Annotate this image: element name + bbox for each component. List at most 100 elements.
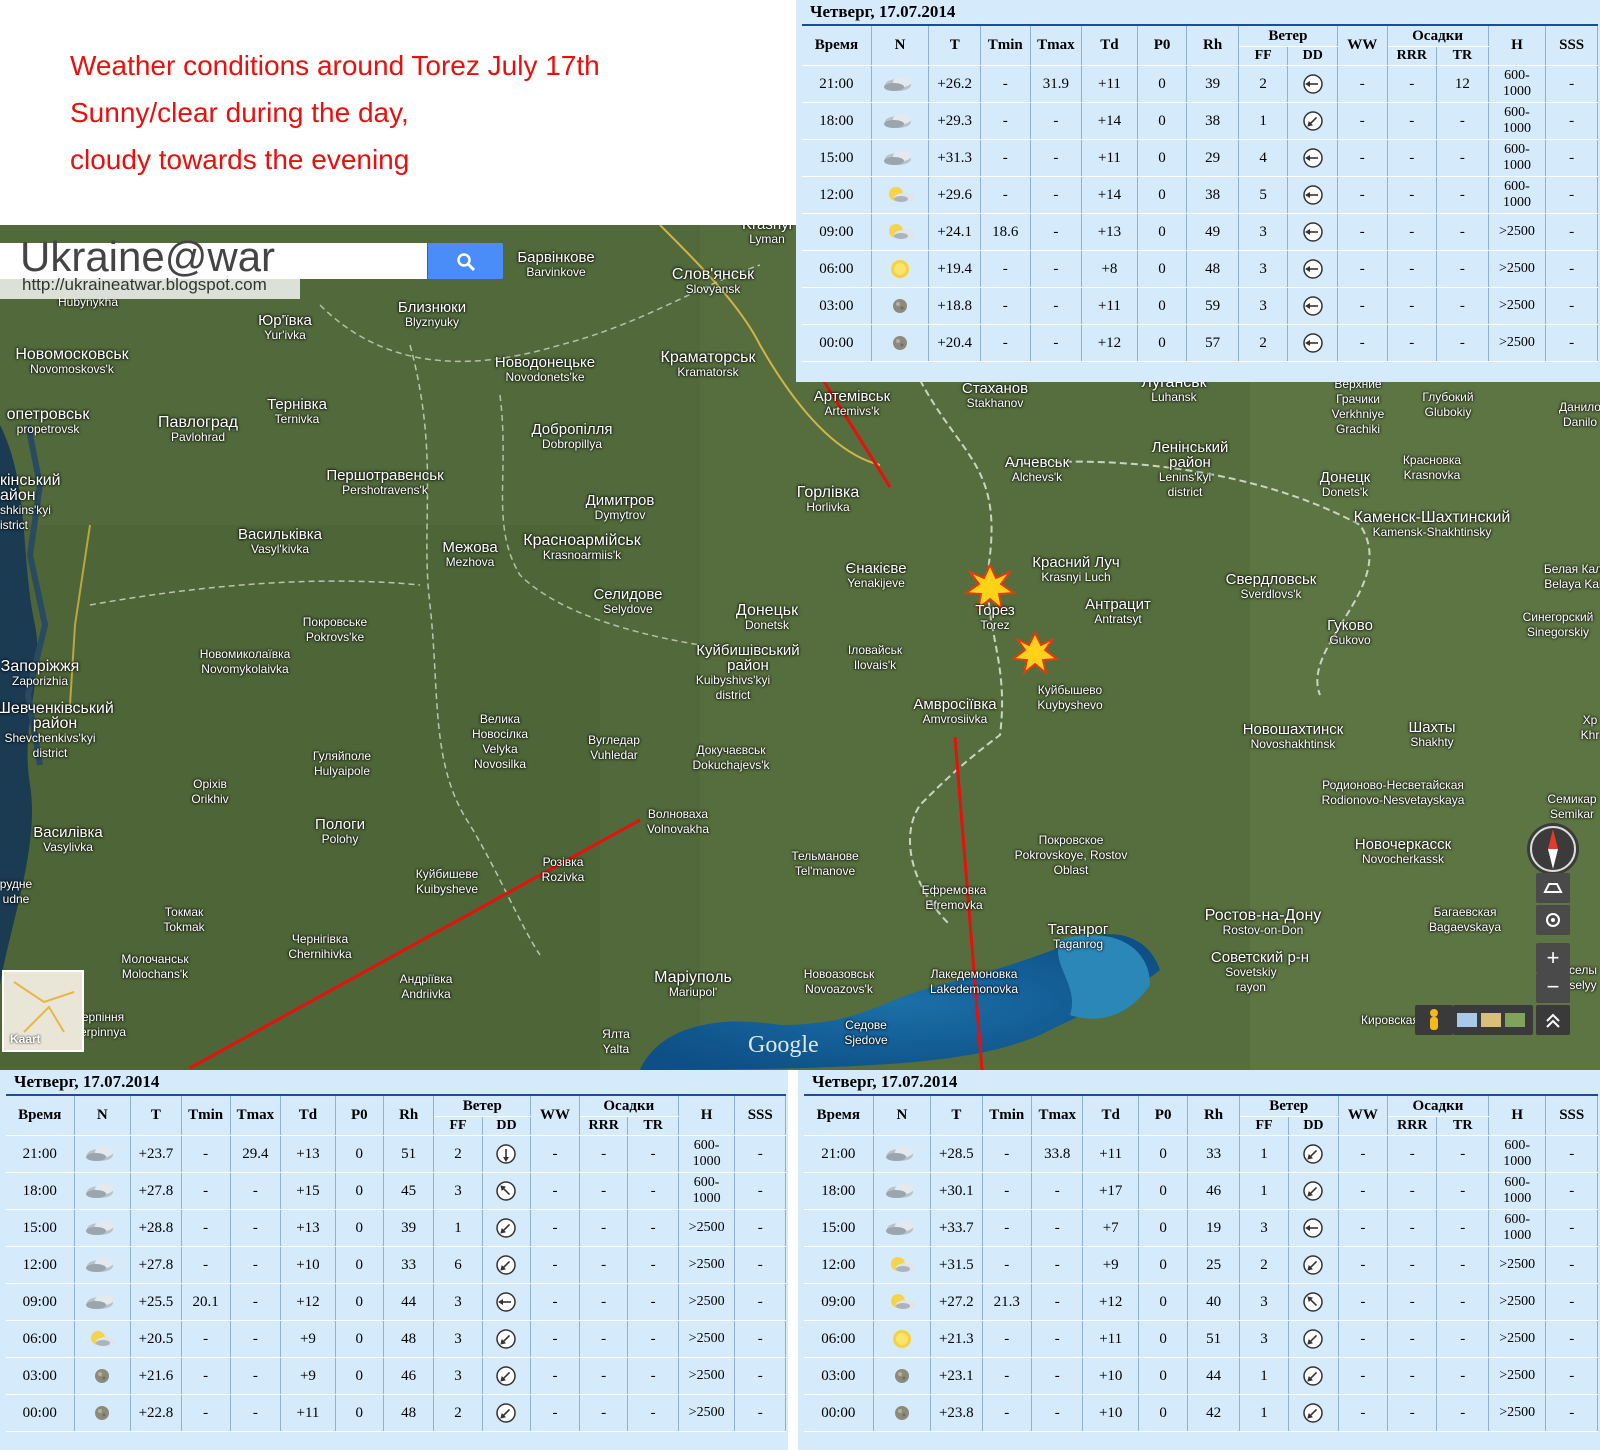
rh-cell: 38 [1186,102,1239,140]
sun-icon [892,1330,911,1348]
t-cell: +25.5 [130,1283,182,1321]
p0-cell: 0 [1138,1357,1189,1395]
wind-direction-icon [1302,222,1323,242]
column-header: Rh [1186,24,1239,66]
sss-cell: - [1545,1172,1598,1210]
tr-cell: - [1436,139,1489,177]
ww-cell: - [1337,65,1388,103]
table-row: 18:00 +30.1- - +17 0 46 1- - -600- 1000- [804,1172,1598,1210]
column-header: SSS [1545,1094,1598,1136]
place-label: Покровское Pokrovskoye, Rostov Oblast [1014,833,1128,877]
tmax-cell: - [230,1320,282,1358]
place-label: Молочанськ Molochans'k [121,952,189,981]
tmax-cell: - [1030,176,1083,214]
td-cell: +9 [280,1357,336,1395]
td-cell: +11 [1081,287,1138,325]
ff-cell: 2 [433,1135,483,1173]
place-label: Межова Mezhova [442,539,498,569]
rrr-cell: - [579,1394,629,1432]
my-location-button[interactable] [1536,905,1570,935]
t-cell: +18.8 [928,287,981,325]
cloud-height-value: 600- [693,1138,720,1153]
chevron-up-icon [1546,1013,1560,1028]
pegman-button[interactable] [1415,1005,1453,1035]
ff-cell: 3 [1238,250,1289,288]
ww-cell: - [1338,1394,1389,1432]
weather-cell [873,1172,932,1210]
ww-cell: - [1338,1246,1389,1284]
tmin-cell: - [181,1320,231,1358]
place-label: Барвінкове Barvinkove [517,249,595,279]
wind-direction-icon [496,1292,517,1312]
zoom-out-button[interactable]: − [1536,973,1570,1003]
place-label: Семикар Semikar [1547,792,1597,821]
place-label: Куйбышево Kuybyshevo [1037,683,1103,712]
place-label: Васильківка Vasyl'kivka [238,526,322,556]
wind-direction-icon [1302,148,1323,168]
weather-cell [74,1135,132,1173]
place-label: Ростов-на-Дону Rostov-on-Don [1204,907,1322,938]
tmax-cell: - [230,1357,282,1395]
wind-direction-icon [496,1181,517,1201]
expand-button[interactable] [1536,1005,1570,1035]
cloud-height-value: 1000 [1503,1154,1532,1169]
tilt-button[interactable] [1536,873,1570,903]
imagery-strip[interactable] [1453,1005,1533,1035]
ff-cell: 3 [1239,1209,1290,1247]
ff-cell: 2 [1238,324,1289,362]
table-row: 00:00 +23.8- - +10 0 42 1- - - >2500- [804,1394,1598,1432]
wind-direction-cell [1287,250,1338,288]
zoom-in-button[interactable]: + [1536,943,1570,973]
rh-cell: 42 [1187,1394,1240,1432]
place-label: опетровськ propetrovsk [6,406,90,437]
column-header: RRR [1387,46,1438,66]
table-date-heading: Четверг, 17.07.2014 [810,2,956,21]
t-cell: +21.3 [930,1320,983,1358]
rrr-cell: - [579,1172,629,1210]
t-cell: +33.7 [930,1209,983,1247]
time-cell: 12:00 [802,176,872,214]
weather-table: Время N T Tmin Tmax Td P0 Rh Ветер WW Осадки H SSS FF… [6,1094,786,1432]
wind-direction-icon [496,1255,517,1275]
tr-cell: - [627,1394,679,1432]
search-button[interactable] [428,243,503,279]
ww-cell: - [1338,1135,1389,1173]
tr-cell: - [1436,1357,1489,1395]
place-label: Ефремовка Efremovka [921,883,987,912]
cloud-height-cell: 600- 1000 [678,1172,736,1210]
column-header: Tmax [1031,1094,1084,1136]
tr-cell: - [1436,176,1489,214]
sss-cell: - [734,1172,786,1210]
time-cell: 12:00 [6,1246,75,1284]
cloud-height-cell: >2500 [1488,213,1547,251]
ww-cell: - [530,1320,580,1358]
cloud-height-cell: >2500 [1488,1283,1547,1321]
cloud-icon [86,1184,114,1198]
table-row: 03:00 +23.1- - +10 0 44 1- - - >2500- [804,1357,1598,1395]
map-type-thumbnail[interactable]: Kaart [2,970,84,1052]
wind-direction-cell [1288,1283,1339,1321]
place-label: Покровське Pokrovs'ke [302,615,368,644]
cloud-height-value: 1000 [692,1154,721,1169]
p0-cell: 0 [1137,324,1188,362]
cloud-height-value: 600- [1504,1212,1531,1227]
weather-cell [74,1320,132,1358]
place-label: Данило Danilo [1559,400,1600,429]
google-logo: Google [748,1032,819,1058]
time-cell: 21:00 [6,1135,75,1173]
ff-cell: 1 [1239,1172,1290,1210]
tmin-cell: - [980,139,1031,177]
ww-cell: - [1338,1209,1389,1247]
compass-control[interactable] [1527,823,1579,875]
rh-cell: 48 [383,1320,435,1358]
place-label: Ялта Yalta [602,1027,630,1056]
cloud-height-value: >2500 [1499,335,1535,350]
column-header: P0 [1137,24,1188,66]
place-label: Маріуполь Mariupol' [654,969,732,1000]
weather-table-panel: Четверг, 17.07.2014 Время N T Tmin Tmax Td P0 Rh… [0,1070,788,1450]
time-cell: 15:00 [802,139,872,177]
rrr-cell: - [1387,213,1438,251]
wind-direction-cell [1287,213,1338,251]
place-label: Советский р-н Sovetskiy rayon [1210,949,1310,994]
p0-cell: 0 [335,1394,384,1432]
